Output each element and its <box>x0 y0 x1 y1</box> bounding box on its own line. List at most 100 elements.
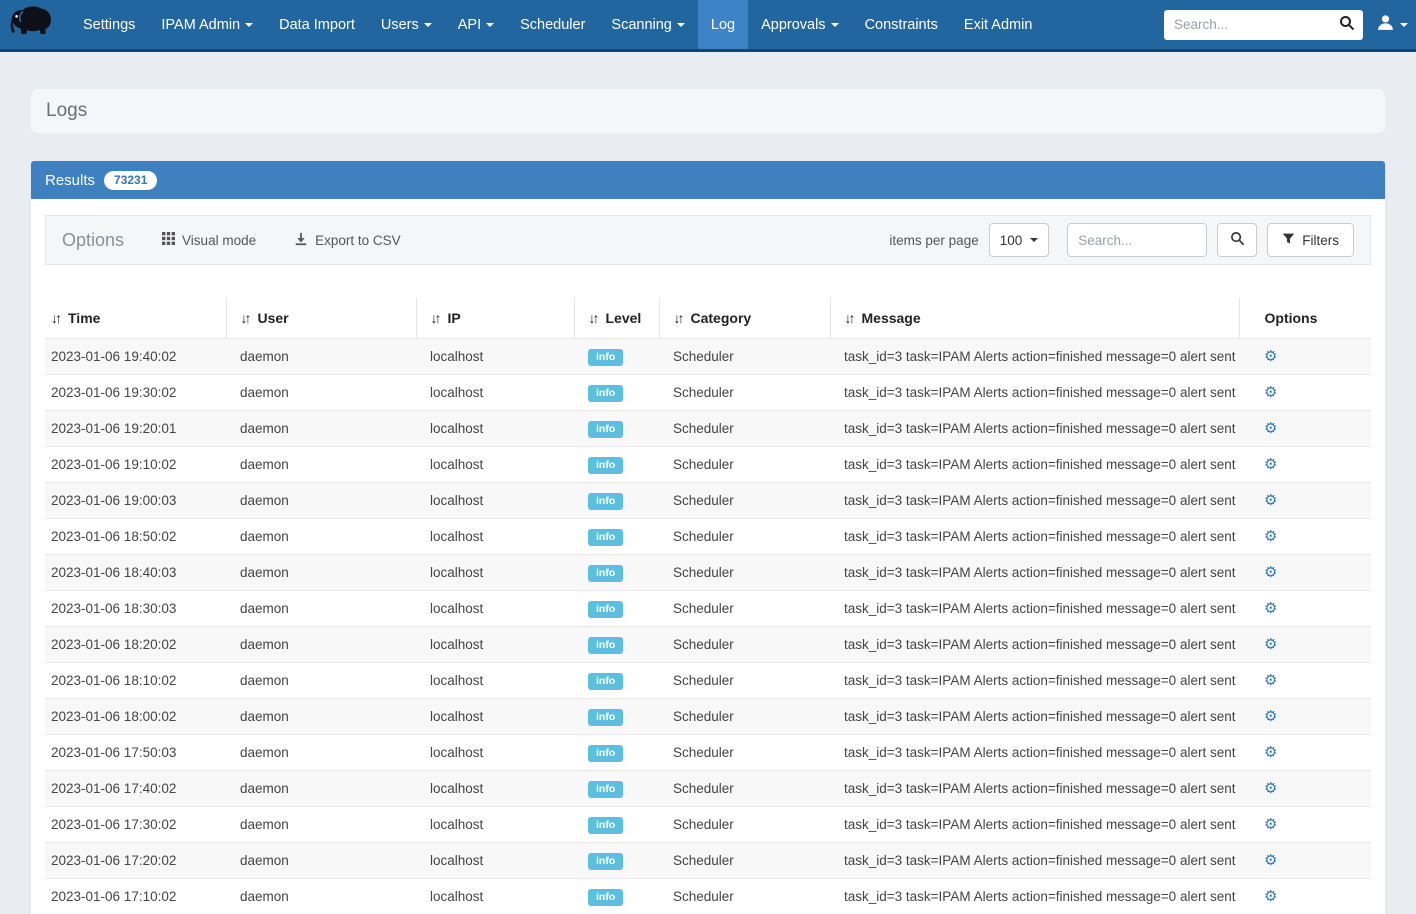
gear-icon[interactable]: ⚙︎ <box>1264 743 1277 761</box>
gear-icon[interactable]: ⚙︎ <box>1264 383 1277 401</box>
log-user: daemon <box>226 519 416 555</box>
navbar-search-button[interactable] <box>1331 10 1363 40</box>
grid-icon <box>162 232 175 248</box>
column-header-label: IP <box>448 310 461 326</box>
gear-icon[interactable]: ⚙︎ <box>1264 347 1277 365</box>
log-message: task_id=3 task=IPAM Alerts action=finish… <box>830 375 1239 411</box>
filters-button[interactable]: Filters <box>1267 223 1354 257</box>
top-navbar: Settings IPAM Admin Data Import Users AP… <box>0 0 1416 52</box>
log-time: 2023-01-06 18:50:02 <box>45 519 226 555</box>
log-message: task_id=3 task=IPAM Alerts action=finish… <box>830 411 1239 447</box>
log-user: daemon <box>226 591 416 627</box>
level-badge: info <box>588 493 623 510</box>
nav-item[interactable]: Scheduler <box>507 0 598 49</box>
log-time: 2023-01-06 18:40:03 <box>45 555 226 591</box>
gear-icon[interactable]: ⚙︎ <box>1264 599 1277 617</box>
log-ip: localhost <box>416 483 574 519</box>
nav-item[interactable]: API <box>445 0 507 49</box>
log-user: daemon <box>226 843 416 879</box>
gear-icon[interactable]: ⚙︎ <box>1264 419 1277 437</box>
log-time: 2023-01-06 18:00:02 <box>45 699 226 735</box>
log-level-cell: info <box>574 447 659 483</box>
level-badge: info <box>588 817 623 834</box>
log-options-cell: ⚙︎ <box>1239 519 1371 555</box>
page-title-panel: Logs <box>31 89 1385 133</box>
page-title: Logs <box>46 100 87 121</box>
items-per-page-dropdown[interactable]: 100 <box>989 223 1050 257</box>
gear-icon[interactable]: ⚙︎ <box>1264 671 1277 689</box>
log-options-cell: ⚙︎ <box>1239 411 1371 447</box>
user-menu[interactable] <box>1376 14 1408 36</box>
column-header[interactable]: ↓↑Message <box>830 298 1239 339</box>
column-header[interactable]: ↓↑Category <box>659 298 830 339</box>
column-header[interactable]: ↓↑IP <box>416 298 574 339</box>
level-badge: info <box>588 745 623 762</box>
column-header[interactable]: ↓↑Level <box>574 298 659 339</box>
level-badge: info <box>588 853 623 870</box>
nav-item[interactable]: Exit Admin <box>951 0 1046 49</box>
gear-icon[interactable]: ⚙︎ <box>1264 455 1277 473</box>
log-level-cell: info <box>574 663 659 699</box>
gear-icon[interactable]: ⚙︎ <box>1264 851 1277 869</box>
navbar-search-input[interactable] <box>1164 10 1331 40</box>
table-search-input[interactable] <box>1067 223 1207 257</box>
log-options-cell: ⚙︎ <box>1239 375 1371 411</box>
column-header[interactable]: ↓↑User <box>226 298 416 339</box>
log-level-cell: info <box>574 339 659 375</box>
log-time: 2023-01-06 17:20:02 <box>45 843 226 879</box>
nav-item[interactable]: Approvals <box>748 0 851 49</box>
column-header[interactable]: ↓↑Time <box>45 298 226 339</box>
table-row: 2023-01-06 19:30:02 daemon localhost inf… <box>45 375 1371 411</box>
gear-icon[interactable]: ⚙︎ <box>1264 635 1277 653</box>
phpipam-logo[interactable] <box>0 0 62 49</box>
log-time: 2023-01-06 17:10:02 <box>45 879 226 914</box>
log-category: Scheduler <box>659 591 830 627</box>
nav-item[interactable]: Settings <box>70 0 148 49</box>
chevron-down-icon <box>1030 238 1038 242</box>
options-bar: Options Visual mode <box>45 215 1371 265</box>
log-message: task_id=3 task=IPAM Alerts action=finish… <box>830 339 1239 375</box>
nav-item[interactable]: Scanning <box>598 0 697 49</box>
search-icon <box>1339 15 1355 34</box>
export-csv-button[interactable]: Export to CSV <box>294 232 401 249</box>
log-category: Scheduler <box>659 627 830 663</box>
gear-icon[interactable]: ⚙︎ <box>1264 563 1277 581</box>
chevron-down-icon <box>486 23 494 27</box>
level-badge: info <box>588 889 623 906</box>
gear-icon[interactable]: ⚙︎ <box>1264 707 1277 725</box>
nav-item[interactable]: IPAM Admin <box>148 0 266 49</box>
nav-item[interactable]: Users <box>368 0 445 49</box>
nav-item[interactable]: Log <box>698 0 748 49</box>
log-options-cell: ⚙︎ <box>1239 663 1371 699</box>
chevron-down-icon <box>424 23 432 27</box>
log-options-cell: ⚙︎ <box>1239 771 1371 807</box>
nav-item[interactable]: Data Import <box>266 0 368 49</box>
nav-item-label: Settings <box>83 17 135 33</box>
nav-item[interactable]: Constraints <box>852 0 951 49</box>
table-header-row: ↓↑Time ↓↑User ↓↑IP ↓↑Level ↓↑Category ↓↑… <box>45 298 1371 339</box>
log-options-cell: ⚙︎ <box>1239 555 1371 591</box>
sort-icon: ↓↑ <box>589 310 597 326</box>
gear-icon[interactable]: ⚙︎ <box>1264 815 1277 833</box>
log-level-cell: info <box>574 411 659 447</box>
gear-icon[interactable]: ⚙︎ <box>1264 887 1277 905</box>
log-level-cell: info <box>574 483 659 519</box>
table-search-button[interactable] <box>1217 223 1257 257</box>
log-message: task_id=3 task=IPAM Alerts action=finish… <box>830 447 1239 483</box>
table-row: 2023-01-06 18:30:03 daemon localhost inf… <box>45 591 1371 627</box>
log-user: daemon <box>226 807 416 843</box>
filters-label: Filters <box>1302 233 1339 248</box>
log-time: 2023-01-06 19:20:01 <box>45 411 226 447</box>
log-time: 2023-01-06 17:40:02 <box>45 771 226 807</box>
log-options-cell: ⚙︎ <box>1239 699 1371 735</box>
results-panel-body: Options Visual mode <box>31 199 1385 914</box>
gear-icon[interactable]: ⚙︎ <box>1264 527 1277 545</box>
table-row: 2023-01-06 19:00:03 daemon localhost inf… <box>45 483 1371 519</box>
visual-mode-button[interactable]: Visual mode <box>162 232 256 248</box>
log-category: Scheduler <box>659 483 830 519</box>
table-row: 2023-01-06 17:10:02 daemon localhost inf… <box>45 879 1371 914</box>
gear-icon[interactable]: ⚙︎ <box>1264 491 1277 509</box>
log-level-cell: info <box>574 627 659 663</box>
gear-icon[interactable]: ⚙︎ <box>1264 779 1277 797</box>
filter-funnel-icon <box>1282 232 1295 248</box>
